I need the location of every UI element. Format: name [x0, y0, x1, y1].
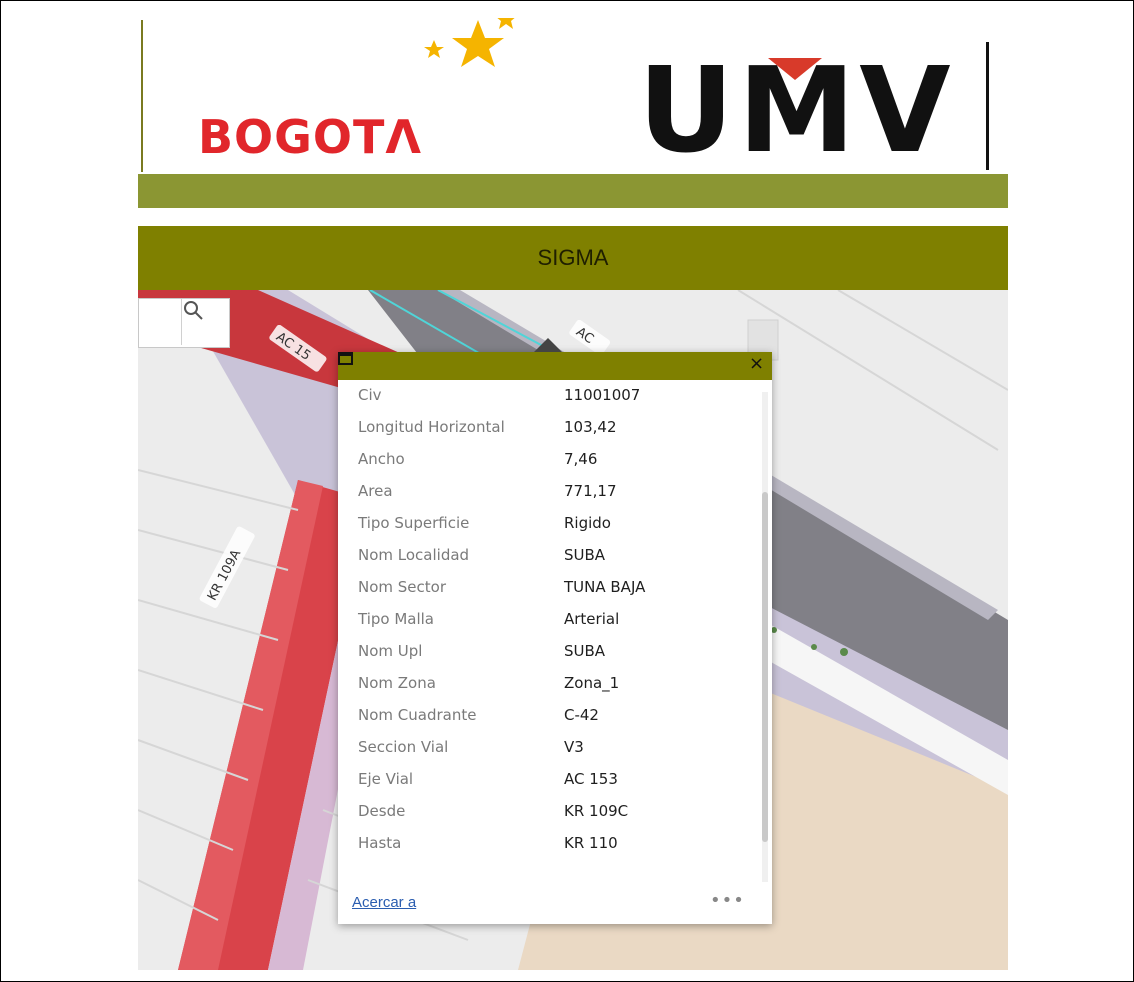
popup-footer: Acercar a ••• — [338, 884, 772, 924]
attr-value: TUNA BAJA — [564, 578, 646, 596]
attr-value: KR 110 — [564, 834, 618, 852]
attr-row: Eje Vial AC 153 — [358, 764, 758, 798]
attr-label: Nom Upl — [358, 642, 423, 660]
close-icon[interactable]: × — [749, 354, 765, 374]
popup-pointer — [534, 338, 562, 352]
attr-value: SUBA — [564, 546, 606, 564]
attr-row: Hasta KR 110 — [358, 828, 758, 856]
app-title-bar: SIGMA — [138, 226, 1008, 290]
more-actions-icon[interactable]: ••• — [710, 890, 745, 911]
attr-label: Civ — [358, 386, 382, 404]
attr-row: Nom Upl SUBA — [358, 636, 758, 670]
bogota-logo: BOGOTΛ — [198, 18, 518, 182]
app-window: BOGOTΛ UMV SIGMA AC 15 AC KR 109A × Civ … — [138, 18, 1008, 970]
attr-value: 7,46 — [564, 450, 598, 468]
stars-icon — [424, 18, 515, 67]
map-view[interactable]: AC 15 AC KR 109A × Civ 11001007 Longitud… — [138, 290, 1008, 970]
attr-label: Nom Zona — [358, 674, 436, 692]
search-icon — [184, 301, 203, 320]
app-title: SIGMA — [537, 245, 609, 270]
attr-row: Longitud Horizontal 103,42 — [358, 412, 758, 446]
attr-label: Nom Sector — [358, 578, 447, 596]
attr-value: KR 109C — [564, 802, 629, 820]
umv-accent-icon — [768, 58, 822, 80]
attr-value: V3 — [564, 738, 584, 756]
attr-label: Desde — [358, 802, 406, 820]
attr-label: Seccion Vial — [358, 738, 449, 756]
zoom-to-link[interactable]: Acercar a — [352, 894, 416, 911]
attr-label: Tipo Malla — [358, 610, 434, 628]
attr-label: Hasta — [358, 834, 402, 852]
search-button[interactable] — [181, 299, 228, 345]
attr-row: Nom Localidad SUBA — [358, 540, 758, 574]
attr-label: Longitud Horizontal — [358, 418, 505, 436]
attr-value: SUBA — [564, 642, 606, 660]
attr-value: 11001007 — [564, 386, 641, 404]
attr-row: Nom Zona Zona_1 — [358, 668, 758, 702]
header-divider — [986, 42, 989, 170]
umv-logo: UMV — [638, 40, 968, 180]
attr-row: Tipo Malla Arterial — [358, 604, 758, 638]
attr-value: AC 153 — [564, 770, 618, 788]
attr-value: Zona_1 — [564, 674, 620, 692]
header-banner: BOGOTΛ UMV — [138, 18, 1008, 179]
attr-label: Eje Vial — [358, 770, 414, 788]
attr-value: Arterial — [564, 610, 620, 628]
banner-rule — [141, 20, 143, 172]
scrollbar-thumb[interactable] — [762, 492, 768, 842]
attr-value: C-42 — [564, 706, 599, 724]
attr-label: Area — [358, 482, 393, 500]
attr-row: Area 771,17 — [358, 476, 758, 510]
attr-row: Civ 11001007 — [358, 380, 758, 414]
popup-attributes: Civ 11001007 Longitud Horizontal 103,42 An… — [338, 380, 758, 856]
attr-row: Nom Cuadrante C-42 — [358, 700, 758, 734]
attr-label: Ancho — [358, 450, 405, 468]
feature-popup: × Civ 11001007 Longitud Horizontal 103,42 … — [338, 338, 772, 924]
popup-header: × — [338, 352, 772, 380]
attr-row: Nom Sector TUNA BAJA — [358, 572, 758, 606]
search-box[interactable] — [138, 298, 230, 348]
header-band — [138, 174, 1008, 208]
attr-label: Nom Localidad — [358, 546, 470, 564]
attr-value: 103,42 — [564, 418, 617, 436]
attr-label: Nom Cuadrante — [358, 706, 477, 724]
popup-scrollbar[interactable] — [762, 392, 768, 882]
label-kr-109a: KR 109A — [199, 526, 255, 609]
attr-value: 771,17 — [564, 482, 617, 500]
attr-value: Rigido — [564, 514, 611, 532]
attr-row: Ancho 7,46 — [358, 444, 758, 478]
attr-row: Tipo Superficie Rigido — [358, 508, 758, 542]
maximize-icon[interactable] — [338, 352, 354, 366]
attr-row: Seccion Vial V3 — [358, 732, 758, 766]
bogota-wordmark: BOGOTΛ — [198, 110, 423, 164]
attr-row: Desde KR 109C — [358, 796, 758, 830]
attr-label: Tipo Superficie — [358, 514, 470, 532]
